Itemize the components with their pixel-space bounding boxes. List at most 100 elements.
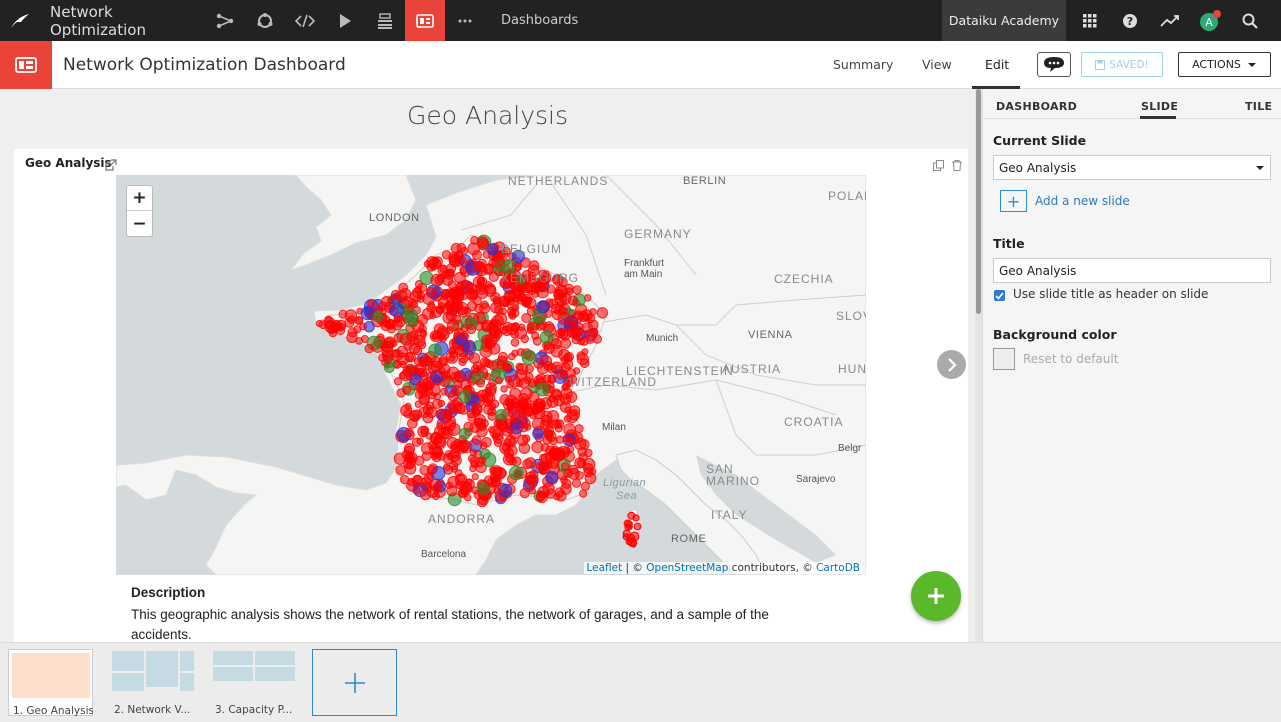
actions-button[interactable]: ACTIONS: [1178, 52, 1271, 77]
map-point: [555, 328, 566, 339]
slide-thumbnail[interactable]: 2. Network V...: [110, 649, 195, 716]
map-point: [441, 288, 450, 298]
map-point: [393, 452, 407, 465]
map-point: [500, 385, 508, 393]
map-point: [456, 243, 467, 253]
lab-icon[interactable]: [245, 0, 285, 41]
map-point: [435, 305, 445, 315]
slide-title: Geo Analysis: [407, 101, 568, 130]
code-icon[interactable]: [285, 0, 325, 41]
map-point: [559, 369, 568, 377]
geo-map[interactable]: NETHERLANDS BERLIN POLAN LONDON BELGIUM GERMA…: [116, 175, 866, 575]
map-point: [477, 236, 489, 248]
tab-summary[interactable]: Summary: [833, 57, 893, 72]
add-slide-button[interactable]: [312, 649, 397, 716]
map-point: [455, 302, 469, 315]
slide-thumbnail[interactable]: 1. Geo Analysis: [8, 649, 93, 717]
map-point: [514, 406, 522, 414]
activity-trend-icon[interactable]: [1150, 0, 1190, 41]
current-slide-label: Current Slide: [993, 133, 1087, 148]
map-point: [526, 321, 539, 334]
slide-thumbnail-label: 1. Geo Analysis: [13, 705, 93, 717]
map-point: [459, 440, 473, 454]
map-point: [491, 255, 504, 268]
tab-edit[interactable]: Edit: [985, 57, 1009, 72]
map-point: [501, 299, 510, 307]
map-point: [478, 456, 487, 464]
flow-icon[interactable]: [205, 0, 245, 41]
map-point: [522, 434, 531, 443]
help-icon[interactable]: ?: [1110, 0, 1150, 41]
map-point: [562, 434, 571, 443]
map-point: [427, 301, 435, 308]
add-tile-button[interactable]: [911, 571, 961, 621]
zoom-out-button[interactable]: −: [127, 211, 152, 236]
use-title-checkbox[interactable]: [994, 290, 1005, 301]
reset-to-default-link[interactable]: Reset to default: [1023, 352, 1118, 366]
deployer-icon[interactable]: [365, 0, 405, 41]
map-point: [429, 263, 438, 271]
map-point: [458, 390, 472, 403]
map-label: MARINO: [706, 474, 760, 488]
add-slide-link[interactable]: Add a new slide: [1035, 194, 1130, 208]
tab-tile[interactable]: TILE: [1245, 100, 1272, 113]
map-point: [524, 474, 535, 485]
map-point: [479, 441, 488, 450]
map-point: [372, 311, 384, 323]
jobs-play-icon[interactable]: [325, 0, 365, 41]
map-point: [433, 436, 447, 450]
map-point: [416, 437, 424, 445]
apps-grid-icon[interactable]: [1070, 0, 1110, 41]
zoom-in-button[interactable]: +: [127, 186, 152, 211]
map-point: [577, 337, 586, 346]
description-title: Description: [131, 585, 206, 600]
cartodb-link[interactable]: CartoDB: [816, 562, 860, 574]
scrollbar-thumb[interactable]: [976, 89, 981, 314]
next-slide-button[interactable]: [937, 350, 966, 379]
map-point: [480, 300, 489, 310]
tab-slide[interactable]: SLIDE: [1141, 100, 1178, 113]
dataiku-logo-icon[interactable]: [0, 0, 40, 41]
map-point: [524, 407, 535, 417]
add-slide-plus-icon[interactable]: +: [1000, 190, 1027, 212]
leaflet-link[interactable]: Leaflet: [586, 562, 622, 574]
background-color-swatch[interactable]: [993, 348, 1015, 370]
description-text: This geographic analysis shows the netwo…: [131, 607, 769, 642]
delete-tile-icon[interactable]: [952, 156, 962, 175]
map-point: [432, 398, 443, 409]
map-point: [623, 519, 632, 528]
map-label: Sarajevo: [796, 474, 836, 485]
map-label: NETHERLANDS: [508, 175, 608, 188]
map-canvas[interactable]: NETHERLANDS BERLIN POLAN LONDON BELGIUM GERMA…: [116, 175, 866, 575]
more-icon[interactable]: [445, 0, 485, 41]
slide-thumbnail-label: 2. Network V...: [114, 704, 191, 716]
academy-button[interactable]: Dataiku Academy: [942, 0, 1066, 41]
project-name[interactable]: Network Optimization: [50, 3, 205, 39]
map-point: [344, 317, 355, 328]
dashboards-icon[interactable]: [405, 0, 445, 41]
tab-view[interactable]: View: [922, 57, 952, 72]
saved-button[interactable]: SAVED!: [1081, 52, 1163, 77]
osm-link[interactable]: OpenStreetMap: [646, 562, 728, 574]
current-slide-select[interactable]: Geo Analysis: [993, 155, 1271, 180]
chevron-right-icon: [947, 357, 957, 372]
canvas-scrollbar[interactable]: [975, 89, 982, 642]
map-point: [421, 481, 430, 489]
tab-dashboard[interactable]: DASHBOARD: [996, 100, 1077, 113]
map-label: ITALY: [711, 508, 748, 522]
map-point: [518, 422, 529, 433]
map-point: [543, 342, 555, 354]
search-icon[interactable]: [1230, 0, 1270, 41]
map-point: [487, 477, 498, 488]
copy-tile-icon[interactable]: [933, 156, 944, 175]
slide-title-input[interactable]: Geo Analysis: [993, 258, 1271, 283]
map-point: [395, 465, 407, 476]
slide-thumbnail[interactable]: 3. Capacity P...: [211, 649, 296, 716]
open-external-icon[interactable]: [105, 156, 117, 175]
map-tile[interactable]: Geo Analysis NETHERLANDS BERLIN POLA LON…: [14, 149, 968, 642]
map-label: ROME: [671, 533, 706, 545]
avatar[interactable]: A: [1190, 0, 1230, 41]
breadcrumb-dashboards[interactable]: Dashboards: [501, 13, 578, 51]
discussions-button[interactable]: [1037, 52, 1071, 77]
map-point: [471, 473, 479, 481]
